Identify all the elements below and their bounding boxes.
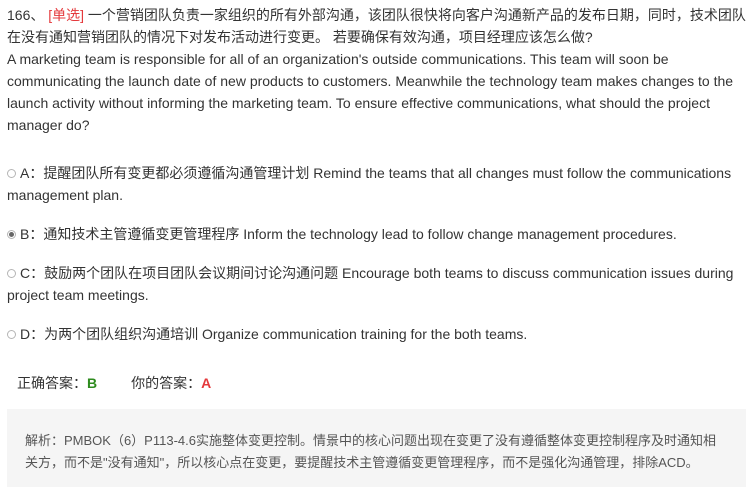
analysis-text: 解析：PMBOK（6）P113-4.6实施整体变更控制。情景中的核心问题出现在变… — [25, 433, 716, 470]
question-number: 166、 — [7, 7, 45, 23]
option-c[interactable]: C：鼓励两个团队在项目团队会议期间讨论沟通问题 Encourage both t… — [7, 262, 749, 306]
option-label: B：通知技术主管遵循变更管理程序 Inform the technology l… — [20, 226, 677, 242]
option-a[interactable]: A：提醒团队所有变更都必须遵循沟通管理计划 Remind the teams t… — [7, 162, 749, 206]
analysis-panel: 解析：PMBOK（6）P113-4.6实施整体变更控制。情景中的核心问题出现在变… — [7, 409, 746, 487]
radio-checked-icon[interactable] — [7, 230, 16, 239]
radio-icon[interactable] — [7, 269, 16, 278]
question-text-cn: 一个营销团队负责一家组织的所有外部沟通，该团队很快将向客户沟通新产品的发布日期，… — [7, 7, 746, 45]
correct-answer-value: B — [87, 375, 98, 391]
answer-summary: 正确答案：B 你的答案：A — [17, 373, 211, 393]
correct-answer-label: 正确答案： — [17, 375, 87, 391]
question-text-en: A marketing team is responsible for all … — [7, 51, 734, 133]
radio-icon[interactable] — [7, 169, 16, 178]
option-label: A：提醒团队所有变更都必须遵循沟通管理计划 Remind the teams t… — [7, 165, 732, 203]
option-label: C：鼓励两个团队在项目团队会议期间讨论沟通问题 Encourage both t… — [7, 265, 734, 303]
question-block: 166、 [单选] 一个营销团队负责一家组织的所有外部沟通，该团队很快将向客户沟… — [7, 4, 747, 136]
option-d[interactable]: D：为两个团队组织沟通培训 Organize communication tra… — [7, 323, 749, 345]
option-b[interactable]: B：通知技术主管遵循变更管理程序 Inform the technology l… — [7, 223, 749, 245]
radio-icon[interactable] — [7, 330, 16, 339]
question-type-tag: [单选] — [48, 7, 85, 23]
option-label: D：为两个团队组织沟通培训 Organize communication tra… — [20, 326, 528, 342]
your-answer-value: A — [201, 375, 212, 391]
your-answer-label: 你的答案： — [131, 375, 202, 391]
